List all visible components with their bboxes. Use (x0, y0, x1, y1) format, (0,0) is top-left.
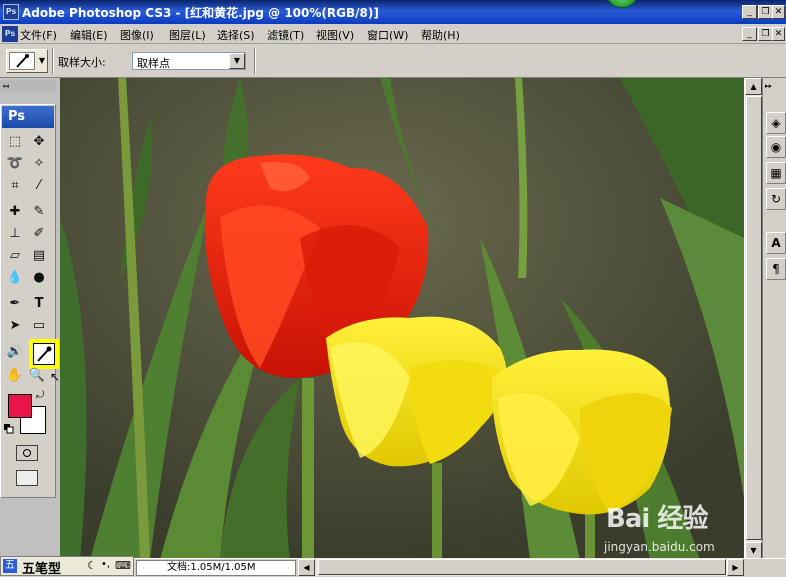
healing-brush-tool-icon[interactable]: ✚ (4, 202, 26, 222)
scroll-right-icon[interactable]: ▶ (727, 559, 744, 576)
menu-layer[interactable]: 图层(L) (169, 27, 206, 43)
lasso-tool-icon[interactable]: ➰ (4, 154, 26, 174)
slice-tool-icon[interactable]: ⁄ (28, 176, 50, 196)
swatches-panel-icon[interactable]: ▦ (766, 162, 786, 184)
magic-wand-tool-icon[interactable]: ✧ (28, 154, 50, 174)
scroll-left-icon[interactable]: ◀ (298, 559, 315, 576)
hand-tool-icon[interactable]: ✋ (4, 366, 26, 386)
menu-edit[interactable]: 编辑(E) (70, 27, 108, 43)
foreground-color-swatch-front[interactable] (8, 394, 32, 418)
separator (52, 48, 54, 74)
menu-bar: Ps 文件(F) 编辑(E) 图像(I) 图层(L) 选择(S) 滤镜(T) 视… (0, 24, 786, 44)
gradient-tool-icon[interactable]: ▤ (28, 246, 50, 266)
ime-punct-icon[interactable]: •, (101, 559, 110, 570)
eyedropper-tool-highlight[interactable] (29, 339, 59, 369)
chevron-down-icon: ▼ (38, 56, 45, 65)
doc-restore-button[interactable]: ❐ (758, 27, 773, 41)
pen-tool-icon[interactable]: ✒ (4, 294, 26, 314)
crop-tool-icon[interactable]: ⌗ (4, 176, 26, 196)
history-brush-tool-icon[interactable]: ✐ (28, 224, 50, 244)
menu-window[interactable]: 窗口(W) (367, 27, 408, 43)
zoom-tool-icon[interactable]: 🔍 (26, 366, 48, 386)
eraser-tool-icon[interactable]: ▱ (4, 246, 26, 266)
close-button[interactable]: ✕ (772, 5, 785, 19)
menu-file[interactable]: 文件(F) (20, 27, 57, 43)
menu-help[interactable]: 帮助(H) (421, 27, 460, 43)
chevron-down-icon[interactable]: ▼ (229, 53, 245, 69)
tulip-photo (60, 78, 744, 560)
channels-panel-icon[interactable]: ◉ (766, 136, 786, 158)
blur-tool-icon[interactable]: 💧 (4, 268, 26, 288)
window-title: Adobe Photoshop CS3 - [红和黄花.jpg @ 100%(R… (22, 6, 379, 20)
doc-close-button[interactable]: ✕ (772, 27, 785, 41)
tool-preset-picker[interactable]: ▼ (6, 49, 48, 73)
eyedropper-icon[interactable] (33, 343, 55, 365)
type-tool-icon[interactable]: T (28, 294, 50, 314)
marquee-tool-icon[interactable]: ⬚ (4, 132, 26, 152)
shape-tool-icon[interactable]: ▭ (28, 316, 50, 336)
ime-icon[interactable]: 五 (3, 559, 17, 573)
title-bar: Ps Adobe Photoshop CS3 - [红和黄花.jpg @ 100… (0, 0, 786, 24)
document-canvas[interactable] (60, 78, 744, 560)
screen-mode-button[interactable] (16, 470, 38, 486)
scroll-down-icon[interactable]: ▼ (745, 542, 762, 559)
toolbox-collapse-bar[interactable]: ◂◂ (0, 80, 56, 92)
history-panel-icon[interactable]: ↻ (766, 188, 786, 210)
clone-stamp-tool-icon[interactable]: ⊥ (4, 224, 26, 244)
ime-moon-icon[interactable]: ☾ (87, 559, 97, 572)
ime-mode-label: 五笔型 (22, 562, 62, 577)
sample-size-label: 取样大小: (58, 56, 106, 69)
watermark-url: jingyan.baidu.com (604, 540, 715, 554)
mouse-cursor-icon: ↖ (50, 370, 61, 384)
dodge-tool-icon[interactable]: ● (28, 268, 50, 288)
vertical-scrollbar[interactable]: ▲ ▼ (744, 78, 762, 560)
doc-minimize-button[interactable]: _ (742, 27, 757, 41)
dock-collapse-icon[interactable]: ▸▸ (765, 82, 772, 90)
menu-view[interactable]: 视图(V) (316, 27, 354, 43)
restore-button[interactable]: ❐ (758, 5, 773, 19)
path-selection-tool-icon[interactable]: ➤ (4, 316, 26, 336)
character-panel-icon[interactable]: A (766, 232, 786, 254)
quick-mask-button[interactable] (16, 445, 38, 461)
watermark-logo: Bai 经验 (606, 504, 708, 534)
notes-tool-icon[interactable]: 🔊 (4, 342, 26, 362)
separator (254, 48, 256, 74)
vertical-scroll-thumb[interactable] (746, 96, 762, 540)
toolbox-logo[interactable]: Ps (2, 106, 54, 128)
scroll-up-icon[interactable]: ▲ (745, 78, 762, 95)
horizontal-scroll-thumb[interactable] (318, 559, 726, 575)
options-bar: ▼ 取样大小: 取样点 ▼ (0, 44, 786, 78)
menu-filter[interactable]: 滤镜(T) (267, 27, 304, 43)
menu-image[interactable]: 图像(I) (120, 27, 154, 43)
minimize-button[interactable]: _ (742, 5, 757, 19)
sample-size-select[interactable]: 取样点 ▼ (132, 52, 246, 70)
panel-dock: ▸▸ ◈ ◉ ▦ ↻ A ¶ (762, 78, 786, 558)
menu-select[interactable]: 选择(S) (217, 27, 255, 43)
document-size-readout[interactable]: 文档:1.05M/1.05M (136, 560, 296, 576)
move-tool-icon[interactable]: ✥ (28, 132, 50, 152)
default-colors-icon[interactable] (4, 424, 14, 434)
brush-tool-icon[interactable]: ✎ (28, 202, 50, 222)
sample-size-value: 取样点 (137, 57, 170, 70)
ime-keyboard-icon[interactable]: ⌨ (115, 559, 131, 572)
document-icon[interactable]: Ps (2, 26, 18, 42)
green-orb-icon (605, 0, 639, 8)
layers-panel-icon[interactable]: ◈ (766, 112, 786, 134)
app-icon[interactable]: Ps (3, 4, 19, 20)
ime-toolbar[interactable]: 五 ☾ •, ⌨ (0, 556, 134, 576)
eyedropper-preset-icon (9, 52, 35, 70)
paragraph-panel-icon[interactable]: ¶ (766, 258, 786, 280)
swap-colors-icon[interactable]: ⤾ (36, 390, 44, 401)
